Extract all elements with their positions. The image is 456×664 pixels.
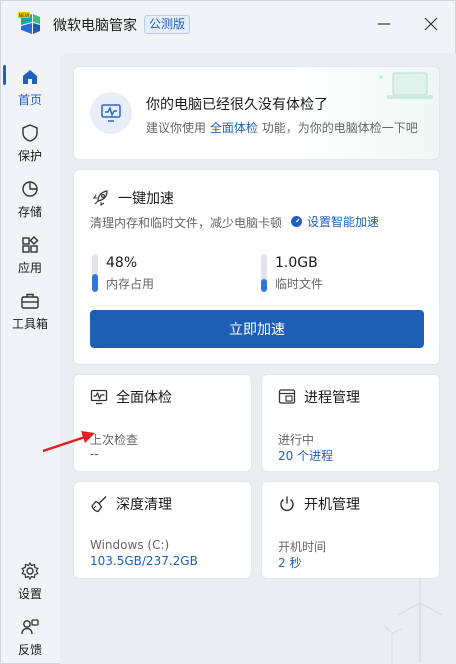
sidebar: 首页 保护 存储 应用 工具箱 设置 反馈 — [1, 53, 59, 663]
sidebar-item-label: 保护 — [17, 149, 42, 163]
apps-grid-icon — [22, 235, 39, 253]
temp-meter-bar — [261, 254, 267, 292]
smart-boost-link-label: 设置智能加速 — [307, 215, 380, 229]
drive-label: Windows (C:) — [90, 538, 170, 552]
close-button[interactable] — [420, 13, 442, 35]
boot-time-label: 开机时间 — [278, 540, 327, 554]
status-desc-suffix: 功能，为你的电脑体检一下吧 — [261, 121, 418, 135]
power-icon — [280, 496, 294, 511]
app-logo-icon: NEW — [18, 12, 40, 34]
smart-boost-settings-link[interactable]: 设置智能加速 — [290, 213, 379, 230]
process-manager-title: 进程管理 — [304, 390, 360, 406]
boot-time-value[interactable]: 2 秒 — [278, 554, 301, 571]
memory-meter-fill — [92, 273, 98, 292]
beta-badge: 公测版 — [144, 15, 191, 34]
svg-text:NEW: NEW — [19, 13, 30, 19]
temp-files-value: 1.0GB — [275, 255, 318, 271]
boost-header: 一键加速 — [92, 188, 174, 208]
process-manager-tile[interactable]: 进程管理 进行中 20 个进程 — [261, 374, 440, 472]
drive-usage-value[interactable]: 103.5GB/237.2GB — [90, 554, 198, 568]
home-icon — [23, 70, 37, 84]
full-exam-title: 全面体检 — [116, 390, 172, 406]
temp-files-label: 临时文件 — [275, 277, 324, 291]
monitor-pulse-icon — [90, 389, 108, 405]
title-bar: NEW 微软电脑管家 公测版 — [1, 1, 455, 49]
sidebar-item-label: 设置 — [17, 587, 42, 601]
one-click-boost-card: 一键加速 清理内存和临时文件，减少电脑卡顿 设置智能加速 48% 内存占用 1.… — [73, 169, 440, 365]
status-title: 你的电脑已经很久没有体检了 — [146, 97, 328, 113]
memory-usage-label: 内存占用 — [106, 277, 155, 291]
feedback-icon — [21, 619, 39, 635]
boost-description: 清理内存和临时文件，减少电脑卡顿 — [90, 216, 283, 230]
memory-usage-value: 48% — [106, 255, 138, 271]
memory-meter: 48% 内存占用 — [92, 254, 154, 292]
process-window-icon — [278, 389, 296, 404]
memory-meter-bar — [92, 254, 98, 292]
sidebar-item-settings[interactable]: 设置 — [1, 557, 59, 607]
main-content: 你的电脑已经很久没有体检了 建议你使用 全面体检 功能，为你的电脑体检一下吧 一… — [60, 53, 456, 664]
sidebar-item-label: 反馈 — [17, 643, 42, 657]
running-label: 进行中 — [278, 433, 315, 447]
sidebar-item-protect[interactable]: 保护 — [1, 119, 59, 169]
storage-pie-icon — [22, 181, 38, 197]
laptop-illustration-icon — [379, 72, 433, 99]
health-status-card[interactable]: 你的电脑已经很久没有体检了 建议你使用 全面体检 功能，为你的电脑体检一下吧 — [73, 66, 440, 160]
close-icon — [424, 17, 438, 31]
sidebar-item-label: 工具箱 — [11, 317, 48, 331]
sidebar-item-apps[interactable]: 应用 — [1, 231, 59, 281]
sidebar-item-label: 首页 — [17, 93, 42, 107]
rocket-icon — [92, 190, 108, 207]
temp-files-meter: 1.0GB 临时文件 — [261, 254, 323, 292]
gear-icon — [21, 561, 39, 581]
app-window: NEW 微软电脑管家 公测版 首页 保护 存储 应用 工具箱 设置 反馈 你的电… — [0, 0, 456, 664]
boost-now-button[interactable]: 立即加速 — [90, 310, 424, 348]
minimize-button[interactable] — [373, 13, 395, 35]
broom-icon — [91, 496, 107, 513]
monitor-check-icon — [90, 92, 132, 134]
minimize-icon — [378, 23, 390, 25]
toolbox-icon — [21, 293, 39, 309]
sidebar-item-home[interactable]: 首页 — [1, 63, 59, 113]
sidebar-item-storage[interactable]: 存储 — [1, 175, 59, 225]
temp-meter-fill — [261, 278, 267, 292]
startup-manager-tile[interactable]: 开机管理 开机时间 2 秒 — [261, 481, 440, 579]
full-exam-link[interactable]: 全面体检 — [210, 121, 258, 135]
full-exam-tile[interactable]: 全面体检 上次检查 -- — [73, 374, 252, 472]
sidebar-item-label: 应用 — [17, 261, 42, 275]
app-title: 微软电脑管家 — [53, 18, 137, 34]
speed-gauge-icon — [291, 216, 302, 227]
startup-manager-title: 开机管理 — [304, 497, 360, 513]
windmill-decoration-icon — [383, 577, 443, 663]
process-count-link[interactable]: 20 个进程 — [278, 447, 333, 464]
deep-clean-tile[interactable]: 深度清理 Windows (C:) 103.5GB/237.2GB — [73, 481, 252, 579]
boost-title: 一键加速 — [118, 191, 174, 207]
status-description: 建议你使用 全面体检 功能，为你的电脑体检一下吧 — [146, 119, 418, 136]
status-desc-prefix: 建议你使用 — [146, 121, 207, 135]
sidebar-item-feedback[interactable]: 反馈 — [1, 613, 59, 663]
annotation-arrow-icon — [42, 431, 95, 453]
last-check-label: 上次检查 — [90, 433, 139, 447]
sidebar-item-toolbox[interactable]: 工具箱 — [1, 287, 59, 337]
shield-icon — [22, 124, 38, 142]
sidebar-item-label: 存储 — [17, 205, 42, 219]
deep-clean-title: 深度清理 — [116, 497, 172, 513]
